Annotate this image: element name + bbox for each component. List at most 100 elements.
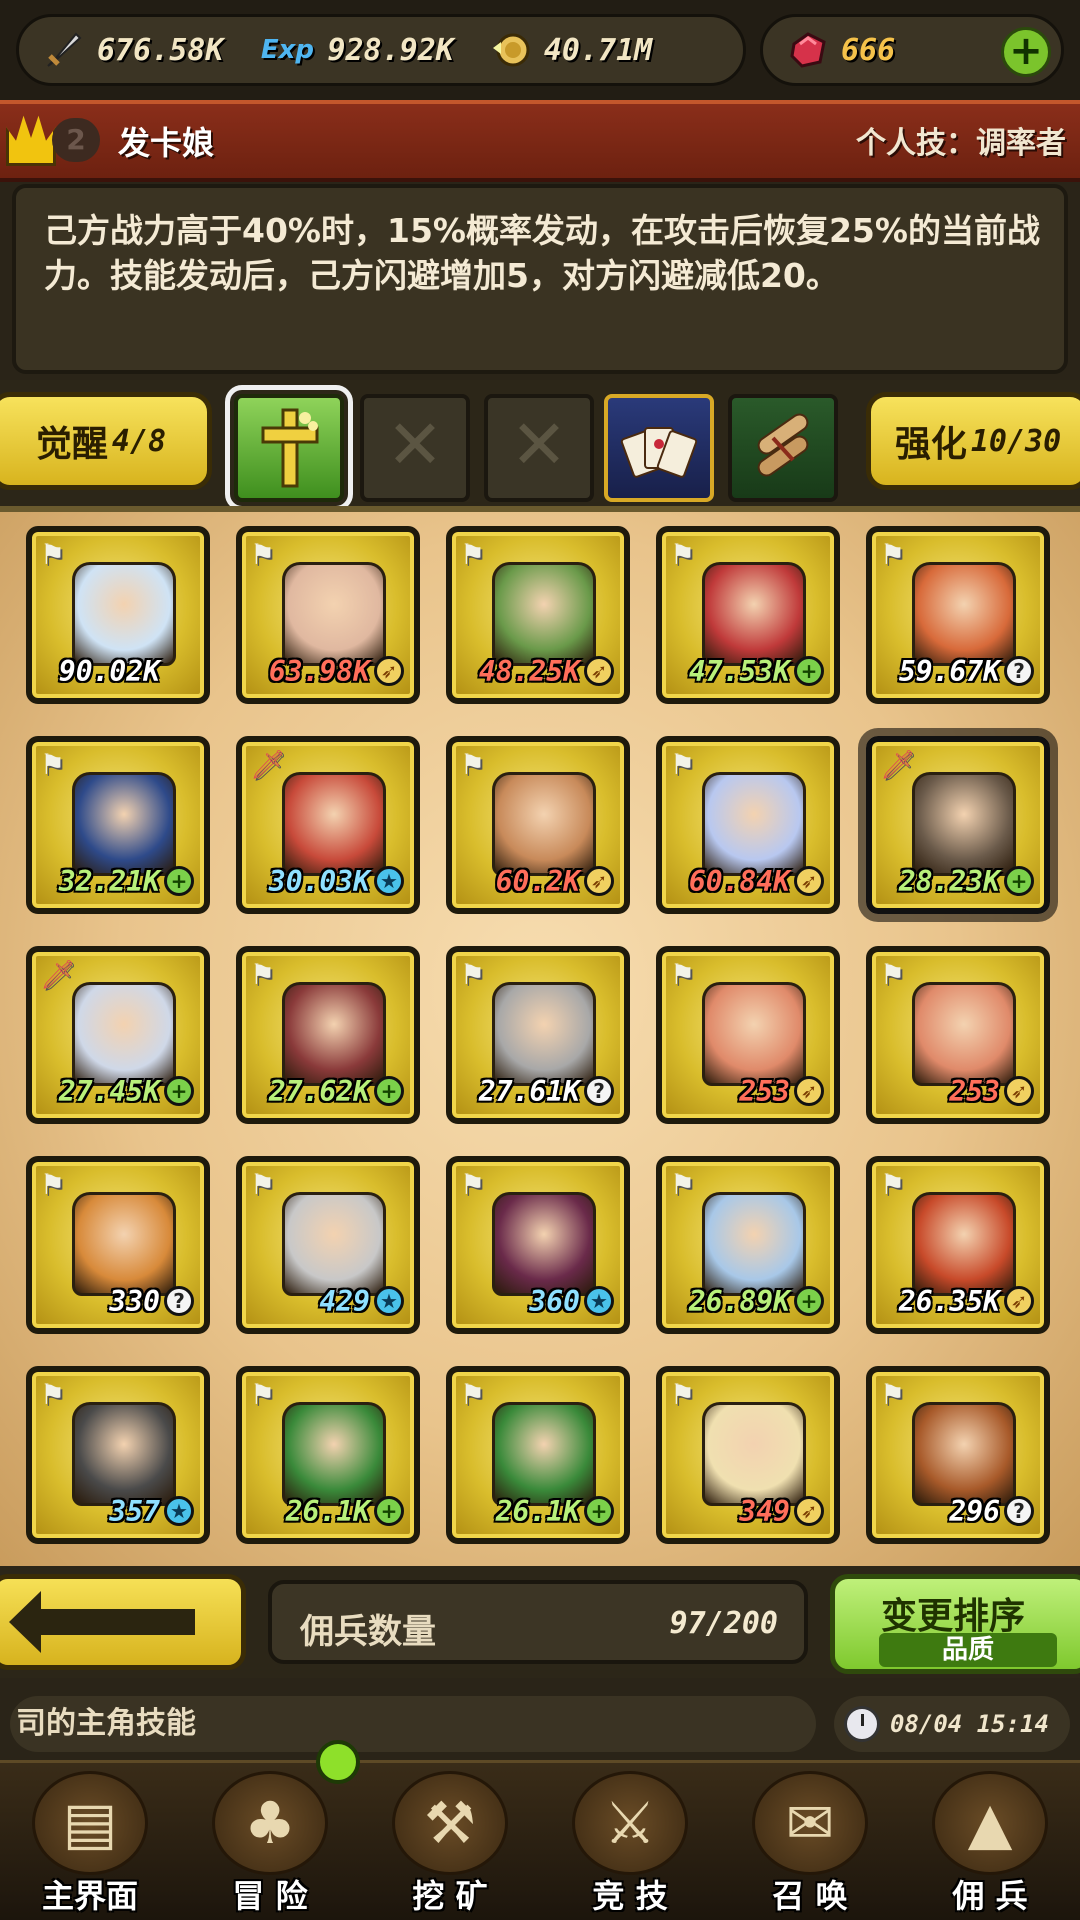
scroll-bundle-icon: [732, 398, 834, 498]
mercenary-card[interactable]: ⚑ 63.98K ➶: [236, 526, 420, 704]
heal-type-icon: +: [374, 1496, 404, 1526]
heal-type-icon: +: [794, 1286, 824, 1316]
heal-type-icon: +: [1004, 866, 1034, 896]
nav-item-mining[interactable]: ⚒ 挖 矿: [360, 1763, 540, 1920]
card-skill-slot[interactable]: [604, 394, 714, 502]
mercenary-count-label: 佣兵数量: [300, 1612, 436, 1652]
skill-type-icon: ➶: [1004, 1286, 1034, 1316]
nav-label: 佣 兵: [952, 1877, 1028, 1915]
mercenary-card[interactable]: ⚑ 26.89K +: [656, 1156, 840, 1334]
clock-icon: [844, 1706, 880, 1742]
star-type-icon: ★: [164, 1496, 194, 1526]
nav-item-arena[interactable]: ⚔ 竞 技: [540, 1763, 720, 1920]
crown-icon: [6, 115, 56, 166]
mercenary-card[interactable]: ⚑ 357 ★: [26, 1366, 210, 1544]
empty-skill-slot[interactable]: ✕: [484, 394, 594, 502]
mercenary-card[interactable]: ⚑ 360 ★: [446, 1156, 630, 1334]
flag-tag-icon: ⚑: [880, 1168, 906, 1201]
hero-portrait: [702, 562, 806, 666]
mercenary-card[interactable]: ⚑ 27.61K?: [446, 946, 630, 1124]
hero-header: 2 发卡娘 个人技：调率者: [0, 100, 1080, 182]
clock-time: 08/04 15:14: [890, 1710, 1049, 1738]
mercenary-card[interactable]: ⚑ 253 ➶: [656, 946, 840, 1124]
gem-value: 666: [841, 32, 896, 68]
mercenary-card[interactable]: 🗡 27.45K +: [26, 946, 210, 1124]
control-row: 佣兵数量 97/200 变更排序 品质: [0, 1566, 1080, 1678]
nav-item-mercenary[interactable]: ▲ 佣 兵: [900, 1763, 1080, 1920]
flag-tag-icon: ⚑: [670, 1378, 696, 1411]
skill-type-icon: ➶: [794, 1076, 824, 1106]
skill-type-icon: ➶: [374, 656, 404, 686]
mercenary-power: 90.02K: [58, 655, 160, 688]
hero-portrait: [912, 772, 1016, 876]
exp-resource: Exp 928.92K: [257, 27, 454, 73]
mercenary-card[interactable]: ⚑ 48.25K ➶: [446, 526, 630, 704]
hero-portrait: [912, 982, 1016, 1086]
mercenary-card[interactable]: ⚑ 296?: [866, 1366, 1050, 1544]
add-gems-button[interactable]: +: [1001, 27, 1051, 77]
resource-pill: 676.58K Exp 928.92K 40.71M: [16, 14, 746, 86]
mercenary-card[interactable]: 🗡 28.23K +: [866, 736, 1050, 914]
hero-portrait: [72, 772, 176, 876]
swords-icon: ⚔: [572, 1771, 688, 1875]
mercenary-card[interactable]: ⚑ 60.2K ➶: [446, 736, 630, 914]
mercenary-card[interactable]: ⚑ 330?: [26, 1156, 210, 1334]
flag-tag-icon: ⚑: [670, 538, 696, 571]
mercenary-card[interactable]: ⚑ 26.1K +: [446, 1366, 630, 1544]
nav-item-home[interactable]: ▤ 主界面: [0, 1763, 180, 1920]
hero-portrait: [282, 562, 386, 666]
nav-label: 挖 矿: [412, 1877, 488, 1915]
mercenary-card[interactable]: ⚑ 349 ➶: [656, 1366, 840, 1544]
hero-portrait: [492, 772, 596, 876]
skill-description-box: 己方战力高于40%时，15%概率发动，在攻击后恢复25%的当前战力。技能发动后，…: [12, 184, 1068, 374]
mercenary-card[interactable]: ⚑ 60.84K ➶: [656, 736, 840, 914]
mercenary-card[interactable]: ⚑ 26.1K +: [236, 1366, 420, 1544]
hero-portrait: [912, 1402, 1016, 1506]
flag-tag-icon: ⚑: [880, 958, 906, 991]
resource-bar: 676.58K Exp 928.92K 40.71M 666 +: [0, 0, 1080, 100]
notification-dot: [316, 1740, 360, 1784]
pickaxe-icon: ⚒: [392, 1771, 508, 1875]
change-sort-button[interactable]: 变更排序 品质: [830, 1574, 1080, 1674]
sword-tag-icon: 🗡: [40, 958, 76, 991]
hero-portrait: [282, 772, 386, 876]
sort-mode: 品质: [879, 1633, 1057, 1667]
mercenary-card[interactable]: ⚑ 253 ➶: [866, 946, 1050, 1124]
flag-tag-icon: ⚑: [40, 1378, 66, 1411]
hero-portrait: [702, 1402, 806, 1506]
mercenary-card[interactable]: ⚑ 27.62K +: [236, 946, 420, 1124]
flag-tag-icon: ⚑: [460, 748, 486, 781]
mercenary-card[interactable]: 🗡 30.03K ★: [236, 736, 420, 914]
nav-item-adventure[interactable]: ♣ 冒 险: [180, 1763, 360, 1920]
sort-title: 变更排序: [880, 1596, 1025, 1637]
nav-item-summon[interactable]: ✉ 召 唤: [720, 1763, 900, 1920]
hero-portrait: [72, 1192, 176, 1296]
back-button[interactable]: [0, 1574, 246, 1670]
nav-label: 主界面: [41, 1877, 138, 1915]
mercenary-card[interactable]: ⚑ 47.53K +: [656, 526, 840, 704]
heal-type-icon: +: [164, 1076, 194, 1106]
equipped-skill-slot[interactable]: [225, 385, 353, 511]
nav-label: 冒 险: [232, 1877, 308, 1915]
mercenary-card[interactable]: ⚑ 59.67K?: [866, 526, 1050, 704]
awaken-button[interactable]: 觉醒 4/8: [0, 392, 212, 490]
heal-type-icon: +: [794, 656, 824, 686]
mercenary-card[interactable]: ⚑ 429 ★: [236, 1156, 420, 1334]
ruby-icon: [785, 27, 831, 73]
island-icon: ♣: [212, 1771, 328, 1875]
attack-value: 676.58K: [97, 32, 224, 68]
enhance-button[interactable]: 强化 10/30: [866, 392, 1080, 490]
flag-tag-icon: ⚑: [250, 1378, 276, 1411]
flag-tag-icon: ⚑: [670, 1168, 696, 1201]
hero-level-badge: 2: [52, 118, 100, 162]
skill-type-icon: ➶: [584, 656, 614, 686]
scroll-skill-slot[interactable]: [728, 394, 838, 502]
empty-skill-slot[interactable]: ✕: [360, 394, 470, 502]
flag-tag-icon: ⚑: [880, 538, 906, 571]
mercenary-card[interactable]: ⚑ 90.02K: [26, 526, 210, 704]
hero-portrait: [492, 982, 596, 1086]
mercenary-card[interactable]: ⚑ 26.35K ➶: [866, 1156, 1050, 1334]
back-arrow-icon: [9, 1591, 195, 1653]
skill-slot-row: 觉醒 4/8 ✕ ✕ 强化 10/30: [0, 380, 1080, 511]
mercenary-card[interactable]: ⚑ 32.21K +: [26, 736, 210, 914]
